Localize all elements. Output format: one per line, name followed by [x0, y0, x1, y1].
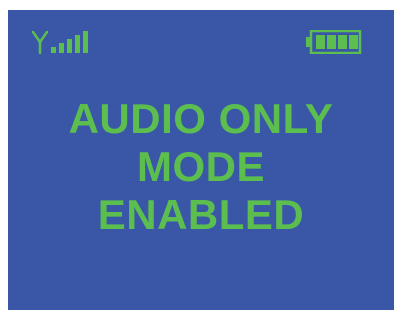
signal-bars	[51, 31, 88, 53]
message-line-2: MODE	[137, 143, 265, 190]
signal-bar	[67, 39, 72, 53]
battery-icon	[306, 30, 362, 54]
mode-message: AUDIO ONLY MODE ENABLED	[8, 95, 394, 239]
signal-bar	[59, 43, 64, 53]
signal-bar	[75, 35, 80, 53]
battery-cell	[316, 35, 325, 49]
signal-bar	[51, 47, 56, 53]
battery-cell	[327, 35, 336, 49]
message-line-1: AUDIO ONLY	[68, 95, 334, 142]
message-line-3: ENABLED	[97, 191, 305, 238]
battery-cell	[349, 35, 358, 49]
battery-cell	[338, 35, 347, 49]
battery-cells	[316, 35, 358, 49]
signal-bar	[83, 31, 88, 53]
battery-terminal	[306, 37, 310, 47]
antenna-glyph	[32, 30, 49, 54]
signal-strength-icon	[32, 30, 88, 54]
device-screen: AUDIO ONLY MODE ENABLED	[8, 10, 394, 310]
